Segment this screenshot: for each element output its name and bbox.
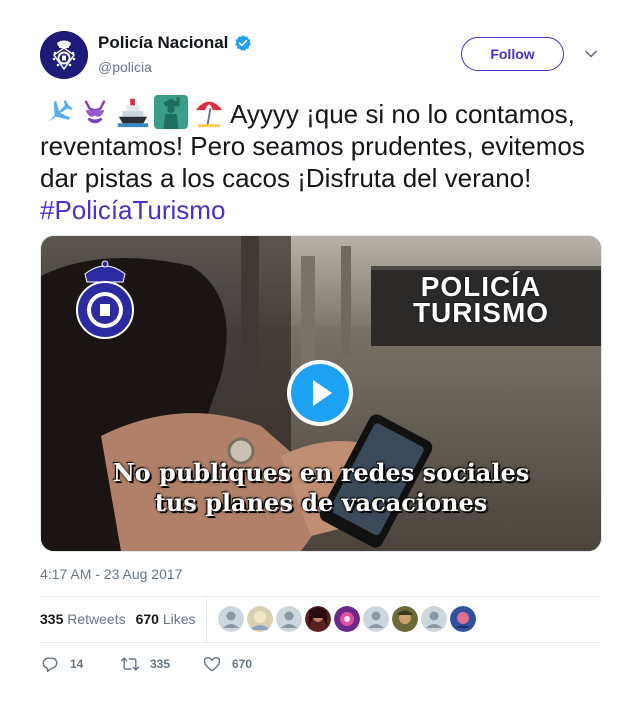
brand-line-2: TURISMO [412, 297, 550, 328]
liker-avatar[interactable] [275, 606, 302, 632]
engagement-stats: 335 Retweets 670 Likes [40, 596, 600, 642]
tweet-text: Ayyyy ¡que si no lo contamos, reventamos… [40, 95, 600, 226]
tweet-actions: 14 335 670 [40, 654, 284, 674]
author-handle[interactable]: @policia [98, 59, 152, 75]
caption-line-1: No publiques en redes sociales [112, 458, 530, 487]
cruise-ship-icon [117, 98, 149, 128]
liker-avatar[interactable] [420, 606, 447, 632]
follow-button[interactable]: Follow [461, 37, 564, 71]
likes-count: 670 [135, 611, 159, 627]
airplane-icon [48, 99, 73, 122]
play-icon [313, 380, 332, 406]
like-action[interactable]: 670 [202, 654, 284, 674]
author-display-name[interactable]: Policía Nacional [98, 33, 228, 53]
liker-avatar[interactable] [304, 606, 331, 632]
heart-icon [203, 657, 221, 672]
likes-stat[interactable]: 670 Likes [136, 611, 196, 627]
hashtag-link[interactable]: #PolicíaTurismo [40, 195, 225, 225]
emoji-row [40, 95, 226, 129]
liker-avatar[interactable] [217, 606, 244, 632]
retweet-action[interactable]: 335 [120, 654, 202, 674]
liker-avatar[interactable] [449, 606, 476, 632]
liker-avatars [217, 606, 476, 632]
retweet-count: 335 [150, 657, 171, 671]
police-crest-icon [40, 31, 88, 79]
tweet-timestamp[interactable]: 4:17 AM - 23 Aug 2017 [40, 566, 182, 582]
like-count: 670 [232, 657, 253, 671]
divider [40, 642, 600, 643]
retweets-stat[interactable]: 335 Retweets [40, 611, 126, 627]
retweets-count: 335 [40, 611, 64, 627]
liker-avatar[interactable] [391, 606, 418, 632]
statue-of-liberty-icon [154, 95, 188, 129]
video-player[interactable]: POLICÍA TURISMO No publiques en redes so… [40, 235, 602, 552]
retweets-label: Retweets [67, 611, 126, 627]
author-avatar[interactable] [40, 31, 88, 79]
play-button[interactable] [287, 360, 353, 426]
beach-umbrella-icon [195, 101, 223, 128]
liker-avatar[interactable] [333, 606, 360, 632]
reply-count: 14 [70, 657, 84, 671]
author-name-row[interactable]: Policía Nacional [98, 33, 252, 53]
tweet-card: Policía Nacional @policia Follow Ayyyy ¡… [0, 0, 640, 704]
reply-action[interactable]: 14 [40, 654, 120, 674]
likes-label: Likes [162, 611, 196, 627]
bikini-icon [84, 100, 106, 124]
policia-turismo-logo: POLICÍA TURISMO [381, 273, 581, 328]
stats-separator [205, 596, 207, 642]
verified-badge-icon [235, 35, 252, 51]
retweet-icon [120, 657, 140, 671]
video-caption: No publiques en redes sociales tus plane… [41, 458, 601, 518]
caption-line-2: tus planes de vacaciones [154, 488, 488, 517]
reply-icon [42, 657, 58, 673]
liker-avatar[interactable] [246, 606, 273, 632]
chevron-down-icon[interactable] [584, 47, 598, 61]
liker-avatar[interactable] [362, 606, 389, 632]
